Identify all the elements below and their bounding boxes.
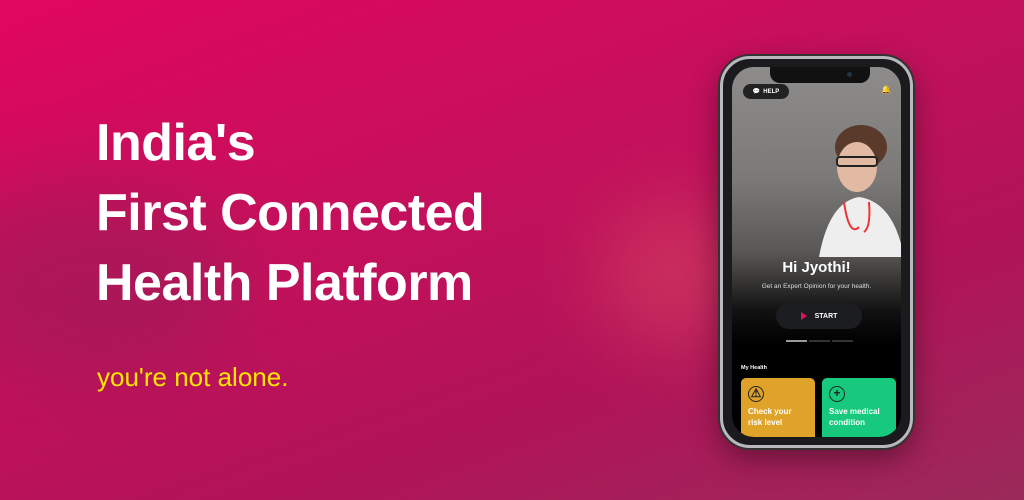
doctor-image <box>819 125 901 257</box>
headline: India's First Connected Health Platform <box>96 108 485 318</box>
card-label: Check your risk level <box>748 407 792 427</box>
card-label: Save medical condition <box>829 407 880 427</box>
play-icon <box>800 312 807 320</box>
help-button[interactable]: 💬 HELP <box>743 84 789 99</box>
greeting: Hi Jyothi! <box>782 259 851 276</box>
medical-condition-card[interactable]: + Save medical condition <box>822 378 896 437</box>
phone-mockup: 💬 HELP 🔔 Hi Jyothi! Get an Expert Opinion… <box>720 56 913 448</box>
headline-line: India's <box>96 114 256 172</box>
bell-icon[interactable]: 🔔 <box>881 85 891 94</box>
start-button[interactable]: START <box>776 303 862 329</box>
headline-line: Health Platform <box>96 254 473 312</box>
risk-level-card[interactable]: ⚠ Check your risk level <box>741 378 815 437</box>
chat-icon: 💬 <box>752 89 761 95</box>
headline-line: First Connected <box>96 184 485 242</box>
camera-icon <box>847 72 852 77</box>
phone-screen: 💬 HELP 🔔 Hi Jyothi! Get an Expert Opinion… <box>732 67 901 437</box>
section-title: My Health <box>741 365 767 371</box>
greeting-subtitle: Get an Expert Opinion for your health. <box>761 283 872 290</box>
plus-icon: + <box>829 386 845 402</box>
gauge-icon: ⚠ <box>748 386 764 402</box>
help-label: HELP <box>763 88 780 95</box>
start-label: START <box>814 312 838 320</box>
carousel-indicator[interactable] <box>786 340 853 342</box>
phone-notch <box>770 67 870 83</box>
tagline: you're not alone. <box>97 362 289 392</box>
